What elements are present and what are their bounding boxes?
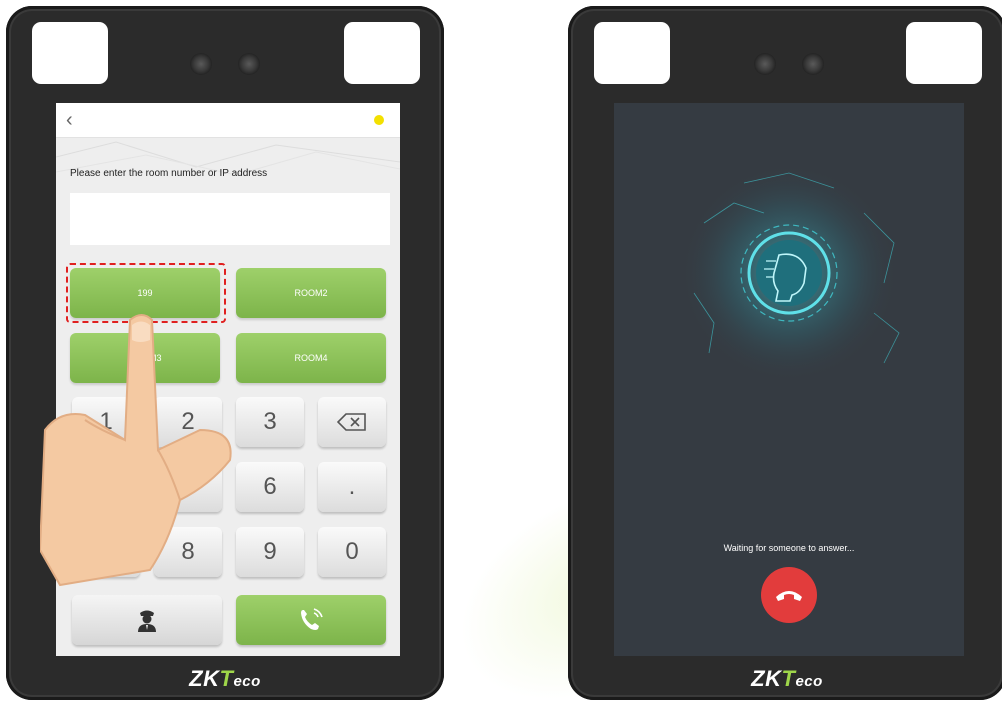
sensor-window-left bbox=[32, 22, 108, 84]
screen-top-bar: ‹ bbox=[56, 103, 400, 138]
call-guard-button[interactable] bbox=[72, 595, 222, 645]
hang-up-icon bbox=[776, 591, 802, 601]
status-indicator-dot bbox=[374, 115, 384, 125]
face-recognition-icon bbox=[679, 163, 900, 383]
sensor-window-right bbox=[906, 22, 982, 84]
keypad-key-0[interactable]: 0 bbox=[318, 527, 386, 577]
keypad-key-9[interactable]: 9 bbox=[236, 527, 304, 577]
brand-logo: ZKTeco bbox=[751, 666, 823, 691]
camera-lens bbox=[190, 53, 212, 75]
backspace-icon bbox=[337, 413, 366, 431]
waiting-status-text: Waiting for someone to answer... bbox=[723, 543, 855, 553]
intercom-device-right: Waiting for someone to answer... ZKTeco bbox=[568, 6, 1002, 700]
keypad-key-3[interactable]: 3 bbox=[236, 397, 304, 447]
back-chevron-icon[interactable]: ‹ bbox=[66, 109, 73, 132]
call-button[interactable] bbox=[236, 595, 386, 645]
sensor-window-left bbox=[594, 22, 670, 84]
sensor-window-right bbox=[344, 22, 420, 84]
camera-lens bbox=[238, 53, 260, 75]
camera-lens bbox=[802, 53, 824, 75]
pointing-hand-illustration bbox=[40, 314, 232, 587]
room-number-input[interactable] bbox=[70, 193, 390, 245]
backspace-key[interactable] bbox=[318, 397, 386, 447]
camera-lens bbox=[754, 53, 776, 75]
security-guard-icon bbox=[138, 610, 156, 632]
room-prompt-label: Please enter the room number or IP addre… bbox=[70, 168, 268, 179]
brand-logo: ZKTeco bbox=[189, 666, 261, 691]
keypad-key-dot[interactable]: . bbox=[318, 462, 386, 512]
keypad-key-6[interactable]: 6 bbox=[236, 462, 304, 512]
room-button-room2[interactable]: ROOM2 bbox=[236, 268, 386, 318]
hang-up-button[interactable] bbox=[761, 567, 817, 623]
calling-screen: Waiting for someone to answer... bbox=[614, 103, 964, 656]
phone-call-icon bbox=[301, 608, 323, 630]
room-button-room4[interactable]: ROOM4 bbox=[236, 333, 386, 383]
